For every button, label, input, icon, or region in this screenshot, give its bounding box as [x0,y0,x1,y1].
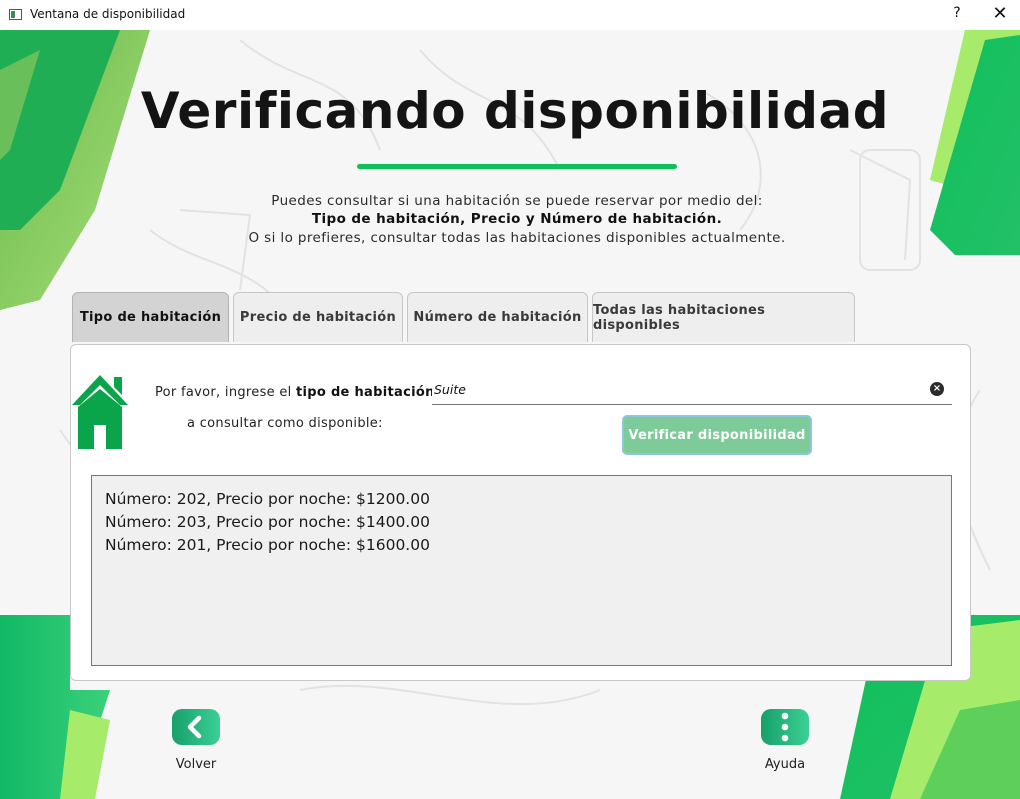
results-box: Número: 202, Precio por noche: $1200.00 … [91,475,952,666]
chevron-left-icon [187,715,202,739]
result-row: Número: 202, Precio por noche: $1200.00 [105,490,430,508]
intro-line-3: O si lo prefieres, consultar todas las h… [248,230,786,246]
clear-icon[interactable]: × [930,382,944,396]
help-label: Ayuda [764,757,806,772]
verify-availability-button[interactable]: Verificar disponibilidad [622,415,812,455]
page-title: Verificando disponibilidad [140,82,890,140]
result-row: Número: 201, Precio por noche: $1600.00 [105,536,430,554]
tab-todas-habitaciones[interactable]: Todas las habitaciones disponibles [592,292,855,342]
form-prompt-bold: tipo de habitación [296,385,435,400]
room-type-field: × [432,375,952,405]
room-type-input[interactable] [432,375,916,403]
help-nav-button[interactable] [761,709,809,745]
tab-panel: Por favor, ingrese el tipo de habitación… [70,344,971,681]
close-button[interactable]: ✕ [990,3,1010,24]
tab-tipo-habitacion[interactable]: Tipo de habitación [72,292,229,342]
result-row: Número: 203, Precio por noche: $1400.00 [105,513,430,531]
back-label: Volver [175,757,217,772]
window-title-bar: Ventana de disponibilidad ? ✕ [0,0,1020,31]
help-button[interactable]: ? [949,5,965,21]
more-vertical-icon [781,712,789,742]
form-prompt: Por favor, ingrese el tipo de habitación [155,385,435,400]
form-prompt-line-2: a consultar como disponible: [187,416,383,431]
title-underline [357,164,677,169]
window-title: Ventana de disponibilidad [30,7,186,21]
form-prompt-prefix: Por favor, ingrese el [155,385,297,400]
tab-precio-habitacion[interactable]: Precio de habitación [233,292,403,342]
app-icon [9,9,22,20]
house-icon [72,375,128,449]
tab-numero-habitacion[interactable]: Número de habitación [407,292,588,342]
intro-line-1: Puedes consultar si una habitación se pu… [271,193,763,209]
back-button[interactable] [172,709,220,745]
main-area: Verificando disponibilidad Puedes consul… [0,30,1020,799]
intro-line-2: Tipo de habitación, Precio y Número de h… [311,211,723,227]
